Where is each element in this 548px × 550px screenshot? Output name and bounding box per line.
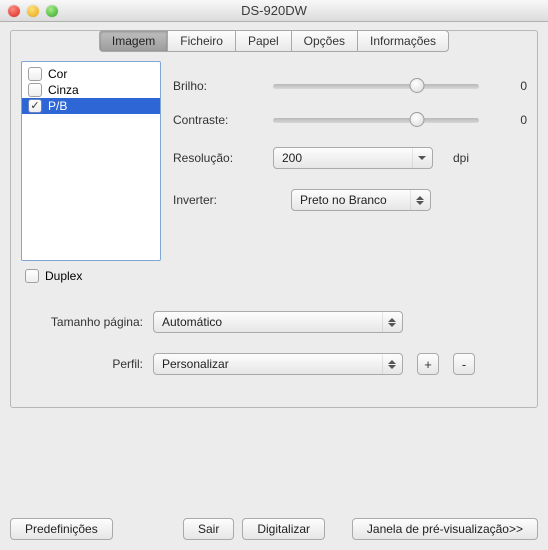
list-item-label: Cor <box>48 67 67 81</box>
resolution-label: Resolução: <box>173 151 263 165</box>
list-item-label: Cinza <box>48 83 79 97</box>
resolution-unit: dpi <box>453 151 469 165</box>
contrast-label: Contraste: <box>173 113 263 127</box>
page-size-label: Tamanho página: <box>33 315 143 329</box>
tab-informacoes[interactable]: Informações <box>357 30 449 52</box>
profile-remove-button[interactable]: - <box>453 353 475 375</box>
zoom-icon[interactable] <box>46 5 58 17</box>
profile-value: Personalizar <box>162 357 229 371</box>
checkbox-icon[interactable] <box>28 99 42 113</box>
invert-value: Preto no Branco <box>300 193 387 207</box>
checkbox-icon[interactable] <box>28 83 42 97</box>
slider-thumb-icon[interactable] <box>410 112 425 127</box>
list-item[interactable]: Cor <box>22 66 160 82</box>
list-item-label: P/B <box>48 99 67 113</box>
duplex-checkbox[interactable] <box>25 269 39 283</box>
brightness-slider[interactable] <box>273 84 479 89</box>
resolution-value: 200 <box>282 151 302 165</box>
presets-button[interactable]: Predefinições <box>10 518 113 540</box>
tab-imagem[interactable]: Imagem <box>99 30 167 52</box>
slider-thumb-icon[interactable] <box>410 78 425 93</box>
profile-add-button[interactable]: + <box>417 353 439 375</box>
resolution-combo[interactable]: 200 <box>273 147 433 169</box>
preview-window-button[interactable]: Janela de pré-visualização>> <box>352 518 538 540</box>
brightness-label: Brilho: <box>173 79 263 93</box>
page-size-value: Automático <box>162 315 222 329</box>
tabs: Imagem Ficheiro Papel Opções Informações <box>11 30 537 52</box>
duplex-label: Duplex <box>45 269 82 283</box>
list-item[interactable]: Cinza <box>22 82 160 98</box>
titlebar: DS-920DW <box>0 0 548 22</box>
checkbox-icon[interactable] <box>28 67 42 81</box>
updown-icon <box>382 312 400 332</box>
updown-icon <box>382 354 400 374</box>
invert-combo[interactable]: Preto no Branco <box>291 189 431 211</box>
tab-opcoes[interactable]: Opções <box>291 30 357 52</box>
page-size-combo[interactable]: Automático <box>153 311 403 333</box>
profile-combo[interactable]: Personalizar <box>153 353 403 375</box>
minimize-icon[interactable] <box>27 5 39 17</box>
contrast-value: 0 <box>497 113 527 127</box>
invert-label: Inverter: <box>173 193 263 207</box>
scan-button[interactable]: Digitalizar <box>242 518 325 540</box>
profile-label: Perfil: <box>33 357 143 371</box>
contrast-slider[interactable] <box>273 118 479 123</box>
exit-button[interactable]: Sair <box>183 518 234 540</box>
close-icon[interactable] <box>8 5 20 17</box>
updown-icon <box>410 190 428 210</box>
image-mode-list[interactable]: Cor Cinza P/B <box>21 61 161 261</box>
tab-ficheiro[interactable]: Ficheiro <box>167 30 235 52</box>
brightness-value: 0 <box>497 79 527 93</box>
window-title: DS-920DW <box>0 3 548 18</box>
tab-papel[interactable]: Papel <box>235 30 291 52</box>
list-item[interactable]: P/B <box>22 98 160 114</box>
chevron-down-icon <box>412 148 430 168</box>
